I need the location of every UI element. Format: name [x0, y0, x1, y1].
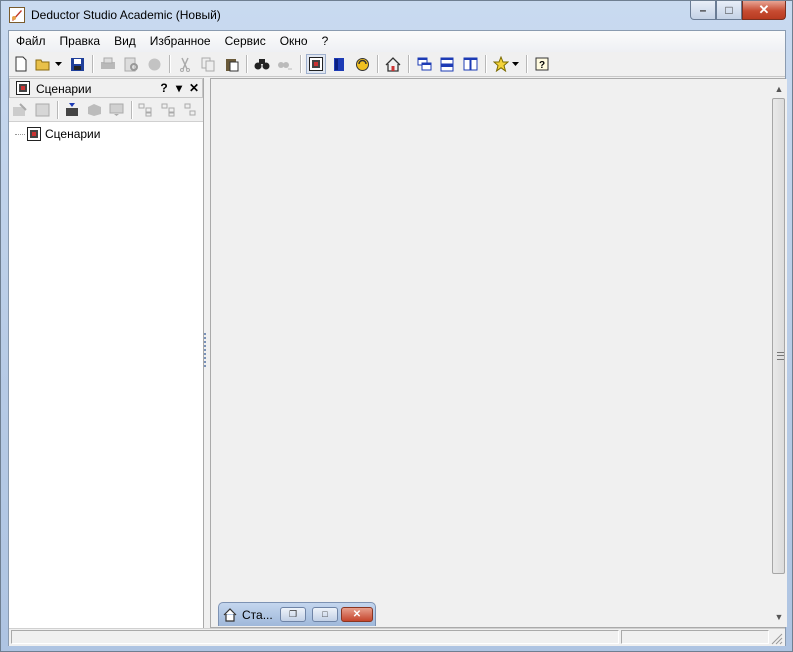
- resize-grip-icon[interactable]: [771, 633, 783, 645]
- app-icon[interactable]: [9, 7, 25, 23]
- scrollbar-thumb[interactable]: [772, 98, 785, 574]
- panel-menu-chevron-down-icon[interactable]: ▾: [173, 81, 185, 95]
- scenarios-icon: [27, 127, 41, 141]
- svg-text:?: ?: [539, 60, 545, 71]
- main-toolbar: ?: [9, 52, 785, 77]
- menu-file[interactable]: Файл: [9, 31, 53, 52]
- tree-collapse-icon[interactable]: [159, 100, 177, 120]
- restore-button[interactable]: ❐: [280, 607, 306, 622]
- save-icon[interactable]: [67, 54, 87, 74]
- menu-bar: Файл Правка Вид Избранное Сервис Окно ?: [9, 31, 785, 53]
- open-folder-icon[interactable]: [34, 54, 54, 74]
- minimized-child-window[interactable]: Ста... ❐ □ ✕: [218, 602, 376, 626]
- paste-icon[interactable]: [221, 54, 241, 74]
- scroll-up-icon[interactable]: ▲: [771, 81, 787, 97]
- title-bar[interactable]: Deductor Studio Academic (Новый) – □ ✕: [1, 1, 792, 30]
- panel-header: Сценарии ? ▾ ✕: [9, 78, 203, 98]
- refresh-icon[interactable]: [352, 54, 372, 74]
- visualize-icon[interactable]: [107, 100, 125, 120]
- workspace-area[interactable]: ▲ ▼ Ста... ❐ □ ✕: [210, 78, 787, 628]
- print-icon[interactable]: [98, 54, 118, 74]
- mdi-workspace: ▲ ▼ Ста... ❐ □ ✕: [210, 78, 787, 628]
- edit-node-icon[interactable]: [11, 100, 29, 120]
- new-file-icon[interactable]: [11, 54, 31, 74]
- tile-vertical-icon[interactable]: [460, 54, 480, 74]
- scenarios-icon[interactable]: [306, 54, 326, 74]
- window-title: Deductor Studio Academic (Новый): [31, 8, 221, 22]
- client-area: Файл Правка Вид Избранное Сервис Окно ?: [8, 30, 787, 646]
- menu-service[interactable]: Сервис: [218, 31, 273, 52]
- import-icon[interactable]: [63, 100, 81, 120]
- status-pane-secondary: [621, 630, 769, 644]
- copy-icon[interactable]: [198, 54, 218, 74]
- favorites-star-icon[interactable]: [491, 54, 511, 74]
- menu-favorites[interactable]: Избранное: [143, 31, 218, 52]
- notebook-icon[interactable]: [329, 54, 349, 74]
- home-icon[interactable]: [383, 54, 403, 74]
- find-icon[interactable]: [252, 54, 272, 74]
- close-child-button[interactable]: ✕: [341, 607, 373, 622]
- tile-horizontal-icon[interactable]: [437, 54, 457, 74]
- scroll-down-icon[interactable]: ▼: [771, 609, 787, 625]
- find-next-icon[interactable]: [275, 54, 295, 74]
- vertical-scrollbar[interactable]: ▲ ▼: [771, 79, 787, 627]
- home-icon: [223, 608, 237, 622]
- panel-help-button[interactable]: ?: [158, 81, 170, 95]
- tree-item-label: Сценарии: [45, 127, 101, 141]
- tree-expand-icon[interactable]: [137, 100, 155, 120]
- status-pane-main: [11, 630, 619, 644]
- status-bar: [9, 628, 785, 646]
- cascade-windows-icon[interactable]: [414, 54, 434, 74]
- panel-toolbar: [9, 98, 203, 122]
- open-dropdown-chevron-down-icon[interactable]: [54, 54, 64, 74]
- print-preview-icon[interactable]: [121, 54, 141, 74]
- export-icon[interactable]: [144, 54, 164, 74]
- favorites-dropdown-chevron-down-icon[interactable]: [511, 54, 521, 74]
- close-button[interactable]: ✕: [742, 1, 786, 20]
- menu-window[interactable]: Окно: [273, 31, 315, 52]
- menu-view[interactable]: Вид: [107, 31, 143, 52]
- scenarios-panel: Сценарии ? ▾ ✕ Сценарии: [9, 78, 204, 628]
- cut-icon[interactable]: [175, 54, 195, 74]
- menu-edit[interactable]: Правка: [53, 31, 108, 52]
- app-window: Deductor Studio Academic (Новый) – □ ✕ Ф…: [0, 0, 793, 652]
- scenarios-tree: Сценарии: [9, 124, 203, 628]
- panel-close-button[interactable]: ✕: [188, 81, 200, 95]
- maximize-child-button[interactable]: □: [312, 607, 338, 622]
- node-properties-icon[interactable]: [33, 100, 51, 120]
- minimize-button[interactable]: –: [690, 1, 716, 20]
- help-icon[interactable]: ?: [532, 54, 552, 74]
- menu-help[interactable]: ?: [315, 31, 336, 52]
- process-icon[interactable]: [85, 100, 103, 120]
- scenarios-icon: [16, 81, 30, 95]
- tree-structure-icon[interactable]: [181, 100, 199, 120]
- maximize-button[interactable]: □: [716, 1, 742, 20]
- panel-title: Сценарии: [36, 82, 92, 96]
- tree-item-scenarios[interactable]: Сценарии: [15, 126, 100, 142]
- minimized-window-title: Ста...: [242, 608, 273, 622]
